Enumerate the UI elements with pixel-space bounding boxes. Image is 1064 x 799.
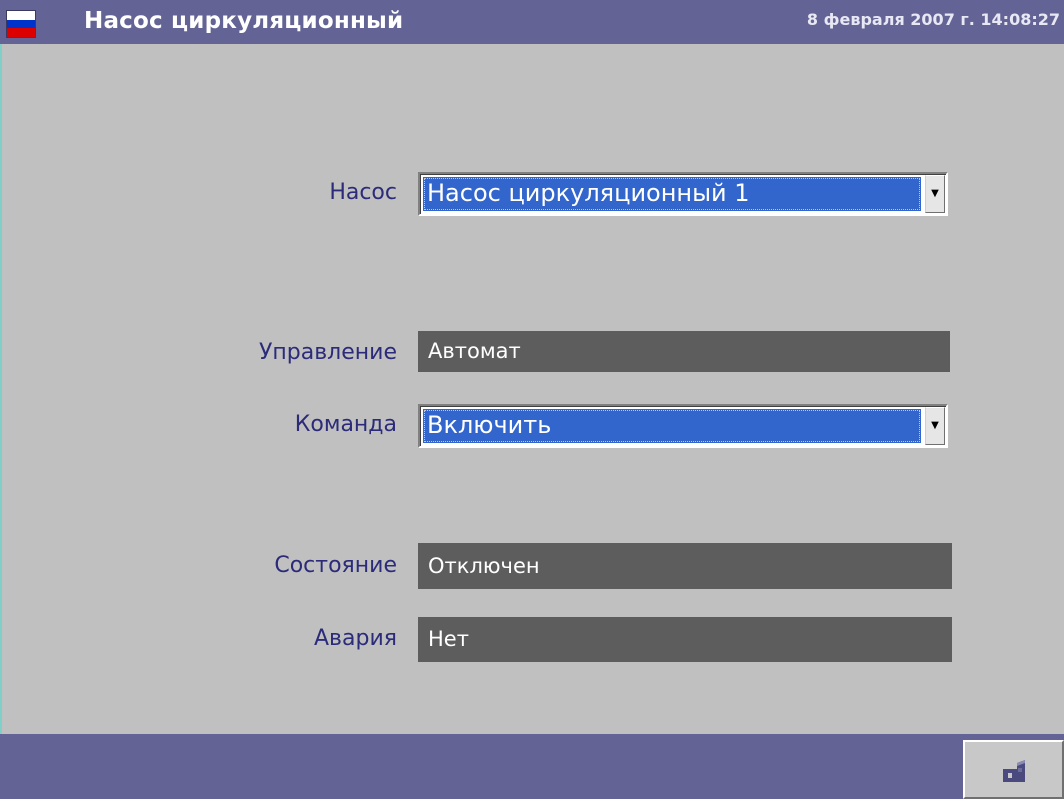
alarm-label: Авария <box>314 626 397 651</box>
home-button[interactable] <box>963 740 1064 799</box>
home-icon <box>1003 760 1025 782</box>
state-label: Состояние <box>274 553 397 578</box>
command-select[interactable]: Включить ▼ <box>418 404 948 448</box>
bottom-bar <box>0 734 1064 799</box>
chevron-down-icon[interactable]: ▼ <box>925 175 945 213</box>
chevron-down-icon[interactable]: ▼ <box>925 407 945 445</box>
command-select-value: Включить <box>423 409 921 443</box>
alarm-value: Нет <box>418 617 952 662</box>
title-bar: Насос циркуляционный 8 февраля 2007 г. 1… <box>0 0 1064 44</box>
datetime-display: 8 февраля 2007 г. 14:08:27 <box>806 10 1060 29</box>
control-label: Управление <box>258 340 397 365</box>
command-label: Команда <box>294 412 397 437</box>
pump-select-value: Насос циркуляционный 1 <box>423 177 921 211</box>
control-value: Автомат <box>418 331 950 372</box>
russian-flag-icon <box>6 10 36 38</box>
state-value: Отключен <box>418 543 952 589</box>
pump-label: Насос <box>329 180 397 205</box>
pump-select[interactable]: Насос циркуляционный 1 ▼ <box>418 172 948 216</box>
app-window: Насос циркуляционный 8 февраля 2007 г. 1… <box>0 0 1064 799</box>
window-left-edge <box>0 44 8 734</box>
page-title: Насос циркуляционный <box>84 8 404 34</box>
